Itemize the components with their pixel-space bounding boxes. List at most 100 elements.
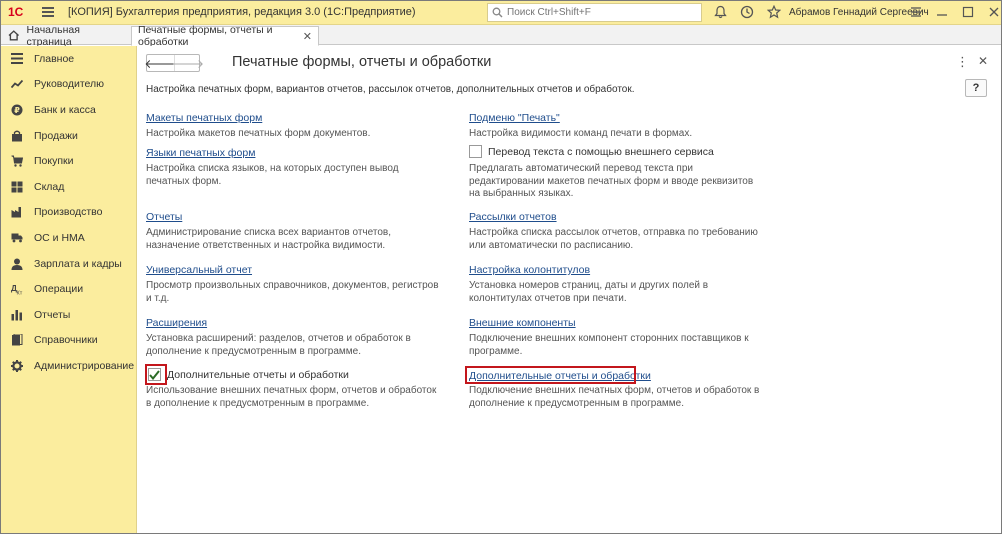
additional-reports-link-description: Подключение внешних печатных форм, отчет… [469,385,760,409]
title-bar: 1С [КОПИЯ] Бухгалтерия предприятия, реда… [0,0,1002,25]
page-title: Печатные формы, отчеты и обработки [232,54,492,70]
back-arrow-icon[interactable]: 🡐 [144,55,176,71]
main-menu-icon[interactable] [42,7,54,17]
sidebar-item-label: Зарплата и кадры [34,257,122,270]
books-icon [11,334,23,346]
tab-print-forms-label: Печатные формы, отчеты и обработки [138,24,273,48]
universal-report-link[interactable]: Универсальный отчет [146,264,252,276]
external-components-link[interactable]: Внешние компоненты [469,317,576,329]
home-icon [8,30,20,41]
search-box[interactable] [487,3,702,22]
history-icon[interactable] [739,4,755,20]
tab-home[interactable]: Начальная страница [2,23,130,48]
print-submenu-link[interactable]: Подменю "Печать" [469,112,560,124]
sidebar: Главное Руководителю ₽ Банк и касса Прод… [0,46,137,534]
sidebar-item-label: Главное [34,52,75,65]
close-form-icon[interactable]: ✕ [978,54,988,68]
sidebar-item-label: Продажи [34,129,78,142]
sidebar-item-label: Покупки [34,155,74,168]
checkbox-highlight-frame [145,364,167,385]
mailings-description: Настройка списка рассылок отчетов, отпра… [469,227,758,251]
translate-checkbox[interactable] [469,145,482,158]
operations-icon: Д Кт [11,283,23,295]
sidebar-item-admin[interactable]: Администрирование [0,353,136,379]
coin-icon: ₽ [11,104,23,116]
search-icon [492,7,503,18]
sidebar-item-label: Администрирование [34,359,135,372]
reports-link[interactable]: Отчеты [146,211,182,223]
sidebar-item-label: ОС и НМА [34,231,85,244]
page-description: Настройка печатных форм, вариантов отчет… [146,84,635,95]
app-logo: 1С [8,5,24,19]
extensions-link[interactable]: Расширения [146,317,207,329]
sidebar-item-assets[interactable]: ОС и НМА [0,225,136,251]
translate-checkbox-label: Перевод текста с помощью внешнего сервис… [488,145,714,158]
help-button[interactable]: ? [965,79,987,97]
more-vertical-icon[interactable]: ⋮ [956,54,969,70]
person-icon [11,258,23,270]
layouts-link[interactable]: Макеты печатных форм [146,112,262,124]
sidebar-item-warehouse[interactable]: Склад [0,174,136,200]
sidebar-item-main[interactable]: Главное [0,46,136,72]
sidebar-item-reports[interactable]: Отчеты [0,302,136,328]
universal-report-description: Просмотр произвольных справочников, доку… [146,280,439,304]
forward-arrow-icon[interactable]: 🡒 [172,55,204,71]
factory-icon [11,206,23,218]
headers-footers-link[interactable]: Настройка колонтитулов [469,264,590,276]
sidebar-item-label: Склад [34,180,65,193]
sidebar-item-label: Руководителю [34,78,105,91]
layouts-description: Настройка макетов печатных форм документ… [146,128,371,139]
sidebar-item-purchases[interactable]: Покупки [0,148,136,174]
reports-description: Администрирование списка всех вариантов … [146,227,391,251]
sidebar-item-label: Производство [34,206,103,219]
search-input[interactable] [507,7,697,18]
grid-icon [11,181,23,193]
sidebar-item-label: Отчеты [34,308,71,321]
close-window-icon[interactable] [986,4,1002,20]
bar-chart-icon [11,309,23,321]
languages-link[interactable]: Языки печатных форм [146,147,255,159]
tab-print-forms[interactable]: Печатные формы, отчеты и обработки ✕ [131,24,319,48]
menu-icon [11,53,23,65]
minimize-icon[interactable] [934,4,950,20]
additional-reports-description: Использование внешних печатных форм, отч… [146,385,437,409]
cart-icon [11,155,23,167]
svg-text:Кт: Кт [17,291,23,295]
sidebar-item-production[interactable]: Производство [0,200,136,226]
translate-checkbox-row[interactable]: Перевод текста с помощью внешнего сервис… [469,145,714,158]
sidebar-item-sales[interactable]: Продажи [0,123,136,149]
window-menu-icon[interactable] [908,4,924,20]
sidebar-item-operations[interactable]: Д Кт Операции [0,276,136,302]
favorites-star-icon[interactable] [766,4,782,20]
nav-buttons: 🡐 🡒 [144,54,204,72]
tab-close-icon[interactable]: ✕ [303,30,312,43]
bell-icon[interactable] [712,4,728,20]
tab-strip: Начальная страница Печатные формы, отчет… [0,23,1002,48]
sidebar-item-directories[interactable]: Справочники [0,328,136,354]
sidebar-item-label: Справочники [34,334,98,347]
sidebar-item-manager[interactable]: Руководителю [0,72,136,98]
sidebar-item-bank[interactable]: ₽ Банк и касса [0,97,136,123]
sidebar-item-label: Банк и касса [34,103,96,116]
print-submenu-description: Настройка видимости команд печати в форм… [469,128,693,139]
link-highlight-frame [465,366,636,384]
truck-icon [11,232,23,244]
main-content: 🡐 🡒 Печатные формы, отчеты и обработки ⋮… [138,46,1002,534]
svg-text:₽: ₽ [14,106,20,115]
tab-home-label: Начальная страница [26,23,80,48]
additional-reports-checkbox-row[interactable]: Дополнительные отчеты и обработки [148,368,349,381]
gear-icon [11,359,23,372]
languages-description: Настройка списка языков, на которых дост… [146,163,399,187]
translate-description: Предлагать автоматический перевод текста… [469,163,754,199]
app-title: [КОПИЯ] Бухгалтерия предприятия, редакци… [68,6,416,18]
additional-reports-checkbox-label: Дополнительные отчеты и обработки [167,368,349,381]
mailings-link[interactable]: Рассылки отчетов [469,211,557,223]
trend-icon [11,78,23,90]
external-components-description: Подключение внешних компонент сторонних … [469,333,749,357]
bag-icon [11,130,23,142]
sidebar-item-label: Операции [34,283,84,296]
sidebar-item-salary[interactable]: Зарплата и кадры [0,251,136,277]
headers-footers-description: Установка номеров страниц, даты и других… [469,280,709,304]
maximize-icon[interactable] [960,4,976,20]
extensions-description: Установка расширений: разделов, отчетов … [146,333,411,357]
